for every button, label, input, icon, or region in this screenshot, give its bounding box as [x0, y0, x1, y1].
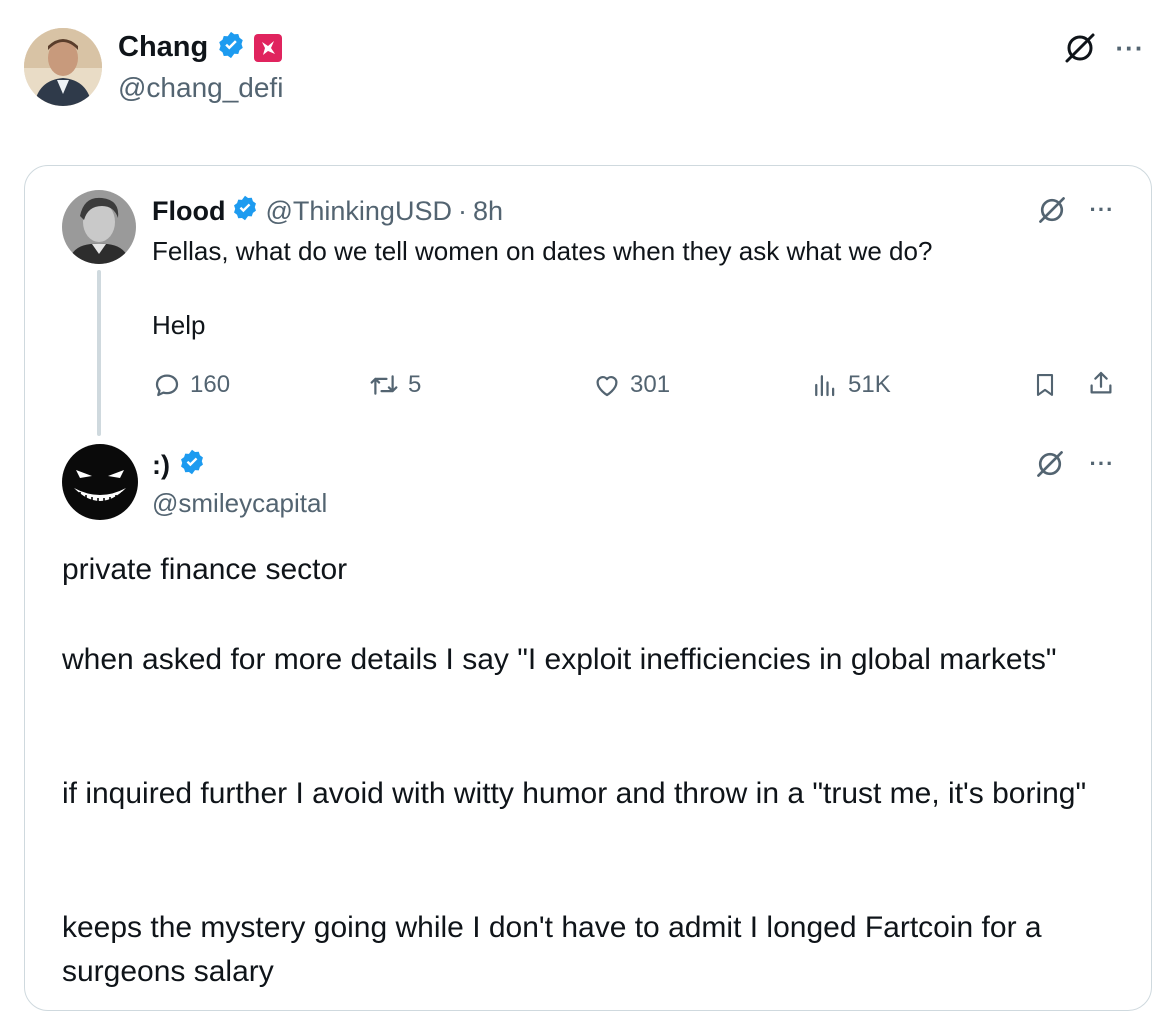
smiley-handle[interactable]: @smileycapital: [152, 488, 327, 519]
grok-icon[interactable]: [1032, 446, 1068, 482]
verified-badge-icon: [216, 30, 246, 65]
more-icon[interactable]: ···: [1080, 192, 1124, 228]
red-flair-icon: [254, 33, 283, 62]
views-icon: [815, 375, 835, 397]
smiley-display-name[interactable]: :): [152, 450, 170, 481]
reply-paragraph-3: if inquired further I avoid with witty h…: [62, 777, 1087, 810]
like-icon: [596, 376, 618, 397]
tweet-time[interactable]: 8h: [473, 196, 503, 227]
thread-line: [97, 270, 101, 436]
flood-handle[interactable]: @ThinkingUSD: [265, 196, 451, 227]
chang-avatar[interactable]: [24, 28, 102, 106]
views-button[interactable]: 51K: [810, 370, 891, 400]
chang-handle[interactable]: @chang_defi: [118, 72, 283, 104]
reply-count: 160: [190, 371, 231, 398]
bookmark-icon[interactable]: [1028, 368, 1062, 402]
verified-badge-icon: [178, 448, 206, 483]
more-icon[interactable]: ···: [1108, 28, 1152, 68]
flood-tweet-text-1: Fellas, what do we tell women on dates w…: [152, 236, 933, 266]
share-icon[interactable]: [1084, 366, 1118, 400]
chang-display-name[interactable]: Chang: [118, 31, 208, 64]
reply-paragraph-4: keeps the mystery going while I don't ha…: [62, 911, 1042, 988]
reply-paragraph-1: private finance sector: [62, 553, 348, 586]
verified-badge-icon: [231, 194, 259, 229]
flood-avatar[interactable]: [62, 190, 136, 264]
like-count: 301: [630, 371, 671, 398]
reply-button[interactable]: 160: [152, 370, 230, 400]
repost-button[interactable]: 5: [368, 370, 421, 400]
reply-paragraph-2: when asked for more details I say "I exp…: [62, 643, 1057, 676]
grok-icon[interactable]: [1034, 192, 1070, 228]
flood-display-name[interactable]: Flood: [152, 196, 225, 227]
repost-count: 5: [408, 371, 422, 398]
views-count: 51K: [848, 371, 891, 398]
smiley-avatar[interactable]: [62, 444, 138, 520]
dot-separator: ·: [457, 196, 467, 226]
more-icon[interactable]: ···: [1080, 446, 1124, 482]
grok-icon[interactable]: [1060, 28, 1100, 68]
repost-icon: [370, 375, 398, 395]
like-button[interactable]: 301: [592, 370, 670, 400]
flood-tweet-text-2: Help: [152, 310, 206, 340]
reply-icon: [155, 374, 179, 397]
